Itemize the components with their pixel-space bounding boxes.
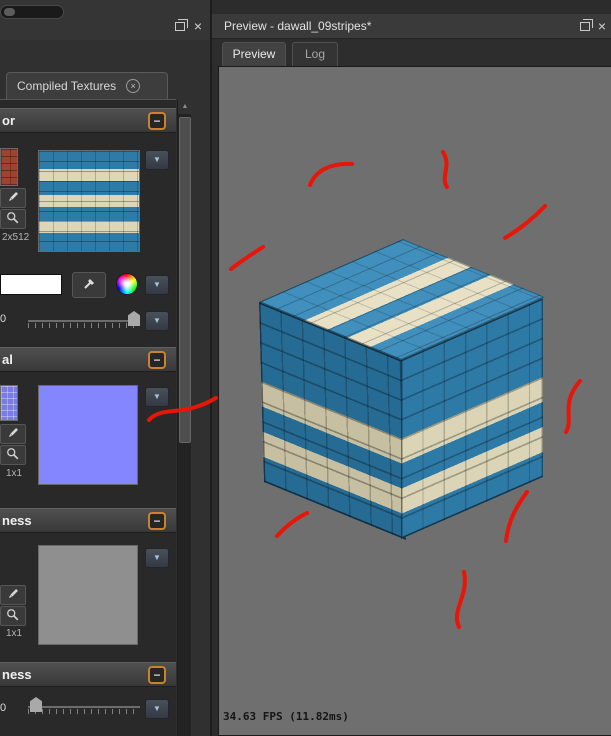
mini-scrollbar-handle[interactable] (4, 8, 15, 16)
color-edit-texture-button[interactable] (0, 188, 26, 208)
roughness-texture-thumbnail-large[interactable] (38, 545, 138, 645)
mini-scrollbar[interactable] (0, 5, 64, 19)
collapse-normal-button[interactable]: − (148, 351, 166, 369)
tab-compiled-textures[interactable]: Compiled Textures × (6, 72, 168, 99)
section-header-roughness: ness − (0, 508, 176, 533)
float-panel-icon[interactable] (174, 18, 188, 31)
magnifier-icon (6, 447, 20, 464)
color-wheel-button[interactable] (116, 273, 138, 295)
color-slider-value: 0 (0, 313, 7, 325)
normal-texture-thumbnail-small[interactable] (0, 385, 18, 421)
color-texture-thumbnail-small[interactable] (0, 148, 18, 186)
section-title-metalness: ness (2, 667, 32, 682)
pencil-icon (6, 426, 20, 443)
roughness-zoom-texture-button[interactable] (0, 606, 26, 626)
collapse-metalness-button[interactable]: − (148, 666, 166, 684)
normal-texture-dropdown[interactable]: ▼ (145, 387, 169, 407)
metalness-slider-dropdown[interactable]: ▼ (145, 699, 169, 719)
color-slider-track[interactable] (28, 320, 140, 322)
magnifier-icon (6, 211, 20, 228)
color-texture-size-label: 2x512 (2, 232, 30, 243)
color-texture-dropdown[interactable]: ▼ (145, 150, 169, 170)
material-editor-panel: × Compiled Textures × or − ▼ 2x512 ▼ 0 ▼… (0, 0, 210, 736)
left-dock-controls: × (174, 18, 202, 33)
section-header-normal: al − (0, 347, 176, 372)
section-header-color: or − (0, 108, 176, 133)
section-header-metalness: ness − (0, 662, 176, 687)
color-value-dropdown[interactable]: ▼ (145, 275, 169, 295)
tab-preview[interactable]: Preview (222, 42, 286, 66)
collapse-roughness-button[interactable]: − (148, 512, 166, 530)
roughness-edit-texture-button[interactable] (0, 585, 26, 605)
color-texture-thumbnail-large[interactable] (38, 150, 140, 252)
color-slider-dropdown[interactable]: ▼ (145, 311, 169, 331)
close-panel-icon[interactable]: × (194, 19, 202, 33)
eyedropper-button[interactable] (72, 272, 106, 298)
normal-edit-texture-button[interactable] (0, 424, 26, 444)
preview-panel: Preview - dawall_09stripes* × Preview Lo… (210, 0, 611, 736)
float-panel-icon[interactable] (579, 18, 593, 31)
preview-dock-controls: × (579, 18, 606, 33)
fps-counter: 34.63 FPS (11.82ms) (223, 710, 349, 723)
metalness-slider-value: 0 (0, 702, 7, 714)
preview-title: Preview - dawall_09stripes* (224, 19, 372, 33)
roughness-texture-size-label: 1x1 (6, 628, 23, 639)
pencil-icon (6, 190, 20, 207)
pencil-icon (6, 587, 20, 604)
panel-scrollbar[interactable]: ▲ (177, 100, 192, 736)
scrollbar-up-arrow[interactable]: ▲ (178, 100, 192, 114)
metalness-slider-track[interactable] (28, 706, 140, 708)
roughness-texture-dropdown[interactable]: ▼ (145, 548, 169, 568)
section-title-normal: al (2, 352, 13, 367)
preview-viewport[interactable]: 34.63 FPS (11.82ms) (218, 66, 611, 736)
preview-titlebar: Preview - dawall_09stripes* × (212, 14, 611, 39)
section-title-color: or (2, 113, 15, 128)
preview-tabbar: Preview Log (212, 40, 611, 66)
color-swatch[interactable] (0, 274, 62, 295)
normal-texture-thumbnail-large[interactable] (38, 385, 138, 485)
tab-compiled-textures-label: Compiled Textures (17, 79, 117, 93)
normal-zoom-texture-button[interactable] (0, 445, 26, 465)
tab-close-icon[interactable]: × (126, 79, 141, 93)
eyedropper-icon (81, 276, 97, 295)
scrollbar-handle[interactable] (179, 117, 191, 443)
normal-texture-size-label: 1x1 (6, 468, 23, 479)
metalness-slider-ticks (28, 709, 140, 714)
left-panel-titlebar: × (0, 0, 210, 40)
close-panel-icon[interactable]: × (598, 19, 606, 33)
tab-log[interactable]: Log (292, 42, 338, 66)
collapse-color-button[interactable]: − (148, 112, 166, 130)
color-slider-ticks (28, 323, 140, 328)
magnifier-icon (6, 608, 20, 625)
section-title-roughness: ness (2, 513, 32, 528)
color-zoom-texture-button[interactable] (0, 209, 26, 229)
